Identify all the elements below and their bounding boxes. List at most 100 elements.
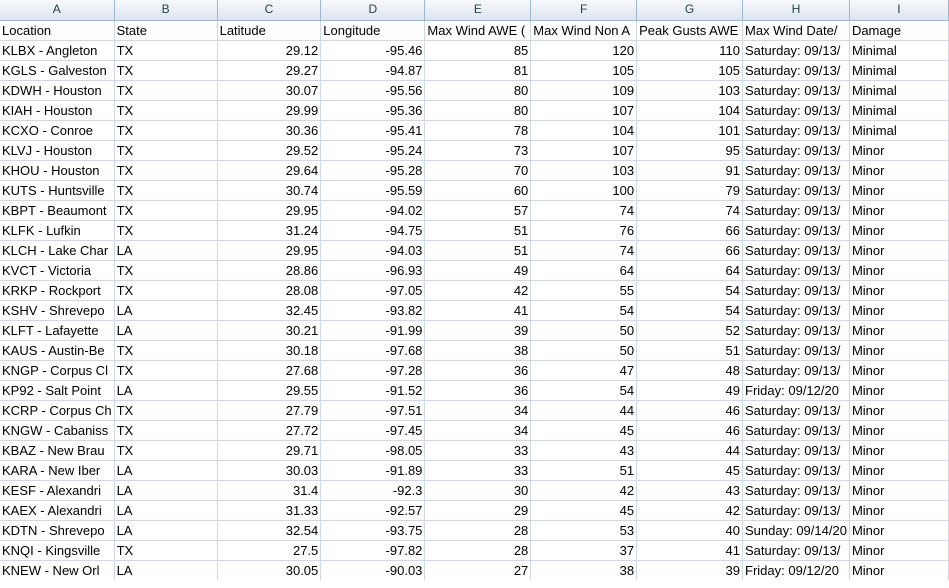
table-cell[interactable]: 76 <box>530 220 638 241</box>
table-cell[interactable]: Minor <box>849 460 949 481</box>
table-cell[interactable]: -95.24 <box>320 140 426 161</box>
table-cell[interactable]: 27 <box>424 560 532 580</box>
table-cell[interactable]: -90.03 <box>320 560 426 580</box>
table-cell[interactable]: 27.68 <box>217 360 322 381</box>
table-cell[interactable]: Minimal <box>849 120 949 141</box>
header-cell[interactable]: State <box>114 20 218 41</box>
table-cell[interactable]: Saturday: 09/13/ <box>742 460 850 481</box>
table-cell[interactable]: 38 <box>424 340 532 361</box>
header-cell[interactable]: Latitude <box>217 20 322 41</box>
table-cell[interactable]: 101 <box>636 120 744 141</box>
table-cell[interactable]: -95.41 <box>320 120 426 141</box>
table-cell[interactable]: Saturday: 09/13/ <box>742 340 850 361</box>
table-cell[interactable]: 44 <box>636 440 744 461</box>
table-cell[interactable]: LA <box>114 380 218 401</box>
table-cell[interactable]: KP92 - Salt Point <box>0 380 115 401</box>
table-cell[interactable]: 29.12 <box>217 40 322 61</box>
table-cell[interactable]: 30.05 <box>217 560 322 580</box>
table-cell[interactable]: TX <box>114 340 218 361</box>
table-cell[interactable]: 30 <box>424 480 532 501</box>
table-cell[interactable]: KCXO - Conroe <box>0 120 115 141</box>
table-cell[interactable]: KNGW - Cabaniss <box>0 420 115 441</box>
table-cell[interactable]: Saturday: 09/13/ <box>742 500 850 521</box>
table-cell[interactable]: -97.28 <box>320 360 426 381</box>
table-cell[interactable]: Minimal <box>849 80 949 101</box>
table-cell[interactable]: 80 <box>424 80 532 101</box>
table-cell[interactable]: 105 <box>530 60 638 81</box>
table-cell[interactable]: -93.82 <box>320 300 426 321</box>
column-header-f[interactable]: F <box>530 0 638 21</box>
table-cell[interactable]: 29.99 <box>217 100 322 121</box>
header-cell[interactable]: Damage <box>849 20 949 41</box>
table-cell[interactable]: 30.21 <box>217 320 322 341</box>
table-cell[interactable]: 85 <box>424 40 532 61</box>
table-cell[interactable]: Saturday: 09/13/ <box>742 200 850 221</box>
table-cell[interactable]: 28.86 <box>217 260 322 281</box>
column-header-a[interactable]: A <box>0 0 115 21</box>
table-cell[interactable]: 38 <box>530 560 638 580</box>
table-cell[interactable]: Sunday: 09/14/20 <box>742 520 850 541</box>
table-cell[interactable]: 27.5 <box>217 540 322 561</box>
table-cell[interactable]: 91 <box>636 160 744 181</box>
table-cell[interactable]: 54 <box>636 280 744 301</box>
table-cell[interactable]: 51 <box>424 240 532 261</box>
table-cell[interactable]: LA <box>114 560 218 580</box>
table-cell[interactable]: 31.33 <box>217 500 322 521</box>
table-cell[interactable]: Saturday: 09/13/ <box>742 40 850 61</box>
table-cell[interactable]: 107 <box>530 100 638 121</box>
table-cell[interactable]: Saturday: 09/13/ <box>742 80 850 101</box>
column-header-d[interactable]: D <box>320 0 426 21</box>
table-cell[interactable]: 29.52 <box>217 140 322 161</box>
table-cell[interactable]: 50 <box>530 340 638 361</box>
table-cell[interactable]: LA <box>114 300 218 321</box>
table-cell[interactable]: 43 <box>636 480 744 501</box>
table-cell[interactable]: Minor <box>849 280 949 301</box>
table-cell[interactable]: TX <box>114 260 218 281</box>
table-cell[interactable]: Saturday: 09/13/ <box>742 400 850 421</box>
table-cell[interactable]: -96.93 <box>320 260 426 281</box>
table-cell[interactable]: 54 <box>530 300 638 321</box>
table-cell[interactable]: 27.79 <box>217 400 322 421</box>
table-cell[interactable]: 109 <box>530 80 638 101</box>
table-cell[interactable]: Minimal <box>849 60 949 81</box>
table-cell[interactable]: 29.95 <box>217 200 322 221</box>
table-cell[interactable]: 30.36 <box>217 120 322 141</box>
table-cell[interactable]: 49 <box>424 260 532 281</box>
table-cell[interactable]: 28.08 <box>217 280 322 301</box>
table-cell[interactable]: -98.05 <box>320 440 426 461</box>
column-header-e[interactable]: E <box>424 0 532 21</box>
table-cell[interactable]: 104 <box>530 120 638 141</box>
table-cell[interactable]: KAUS - Austin-Be <box>0 340 115 361</box>
table-cell[interactable]: 34 <box>424 420 532 441</box>
table-cell[interactable]: Saturday: 09/13/ <box>742 220 850 241</box>
table-cell[interactable]: 107 <box>530 140 638 161</box>
table-cell[interactable]: KNGP - Corpus Cl <box>0 360 115 381</box>
table-cell[interactable]: 57 <box>424 200 532 221</box>
table-cell[interactable]: Minor <box>849 240 949 261</box>
table-cell[interactable]: 30.18 <box>217 340 322 361</box>
table-cell[interactable]: KNQI - Kingsville <box>0 540 115 561</box>
table-cell[interactable]: 73 <box>424 140 532 161</box>
table-cell[interactable]: 79 <box>636 180 744 201</box>
table-cell[interactable]: -97.45 <box>320 420 426 441</box>
table-cell[interactable]: TX <box>114 180 218 201</box>
table-cell[interactable]: TX <box>114 40 218 61</box>
table-cell[interactable]: 110 <box>636 40 744 61</box>
table-cell[interactable]: -92.57 <box>320 500 426 521</box>
table-cell[interactable]: -91.89 <box>320 460 426 481</box>
table-cell[interactable]: -94.02 <box>320 200 426 221</box>
table-cell[interactable]: KLBX - Angleton <box>0 40 115 61</box>
table-cell[interactable]: KLVJ - Houston <box>0 140 115 161</box>
table-cell[interactable]: LA <box>114 240 218 261</box>
table-cell[interactable]: 103 <box>530 160 638 181</box>
column-header-c[interactable]: C <box>217 0 322 21</box>
table-cell[interactable]: Minor <box>849 220 949 241</box>
table-cell[interactable]: KCRP - Corpus Ch <box>0 400 115 421</box>
table-cell[interactable]: -95.36 <box>320 100 426 121</box>
table-cell[interactable]: Minimal <box>849 100 949 121</box>
table-cell[interactable]: 66 <box>636 240 744 261</box>
table-cell[interactable]: 28 <box>424 540 532 561</box>
table-cell[interactable]: 30.74 <box>217 180 322 201</box>
table-cell[interactable]: Minor <box>849 300 949 321</box>
header-cell[interactable]: Max Wind Date/ <box>742 20 850 41</box>
